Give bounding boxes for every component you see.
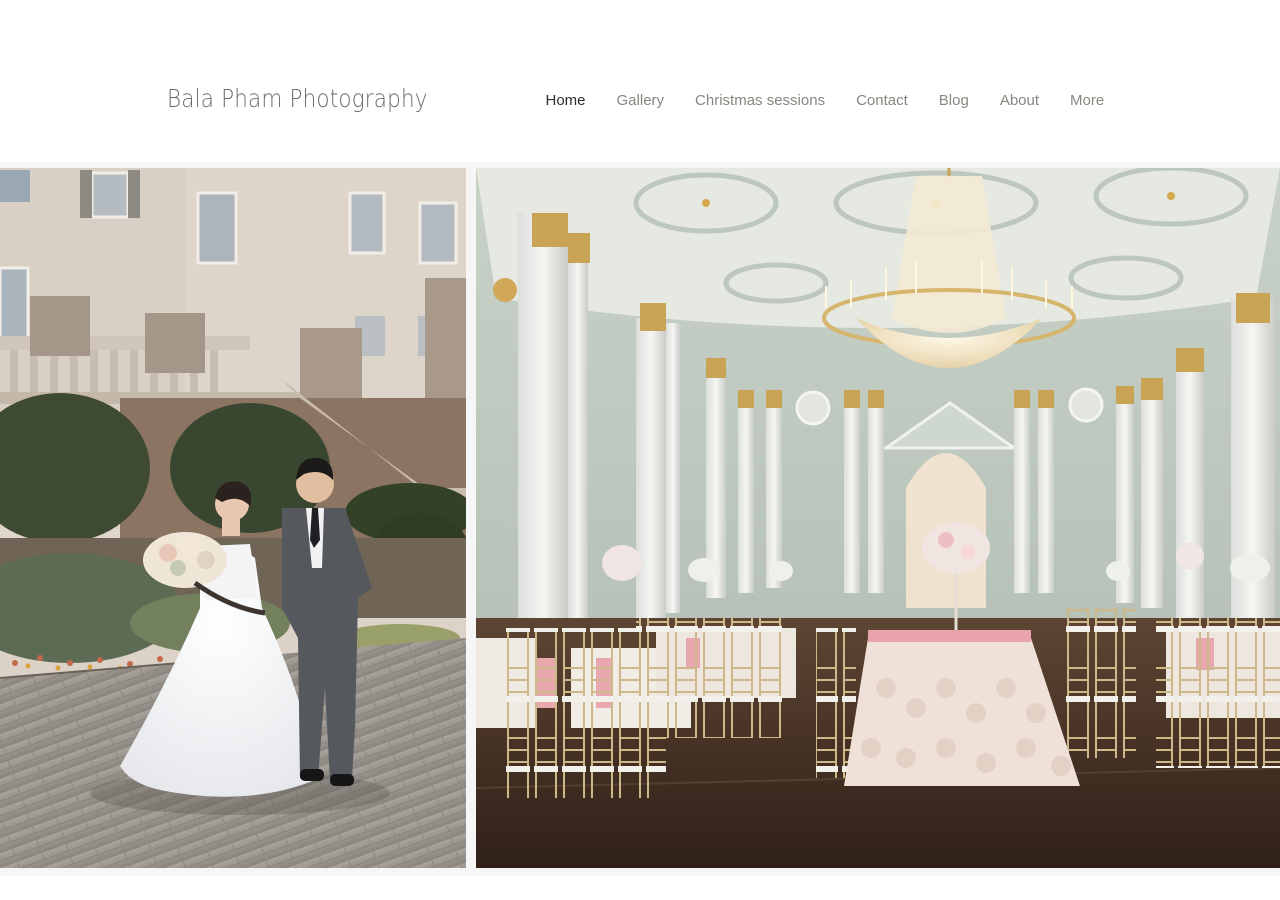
ballroom-reception-photo[interactable]: [476, 168, 1280, 868]
nav-item-christmas-sessions[interactable]: Christmas sessions: [680, 92, 841, 109]
nav-item-contact[interactable]: Contact: [841, 92, 924, 109]
wedding-couple-photo[interactable]: [0, 168, 466, 868]
nav-item-home[interactable]: Home: [530, 92, 601, 109]
main-nav: Home Gallery Christmas sessions Contact …: [530, 86, 1120, 114]
ballroom-reception-image: [476, 168, 1280, 868]
wedding-couple-image: [0, 168, 466, 868]
site-header: Bala Pham Photography Home Gallery Chris…: [0, 0, 1280, 162]
site-title[interactable]: Bala Pham Photography: [167, 84, 428, 113]
nav-item-about[interactable]: About: [984, 92, 1054, 109]
nav-item-gallery[interactable]: Gallery: [601, 92, 680, 109]
nav-item-blog[interactable]: Blog: [923, 92, 984, 109]
nav-item-more[interactable]: More: [1055, 92, 1120, 109]
